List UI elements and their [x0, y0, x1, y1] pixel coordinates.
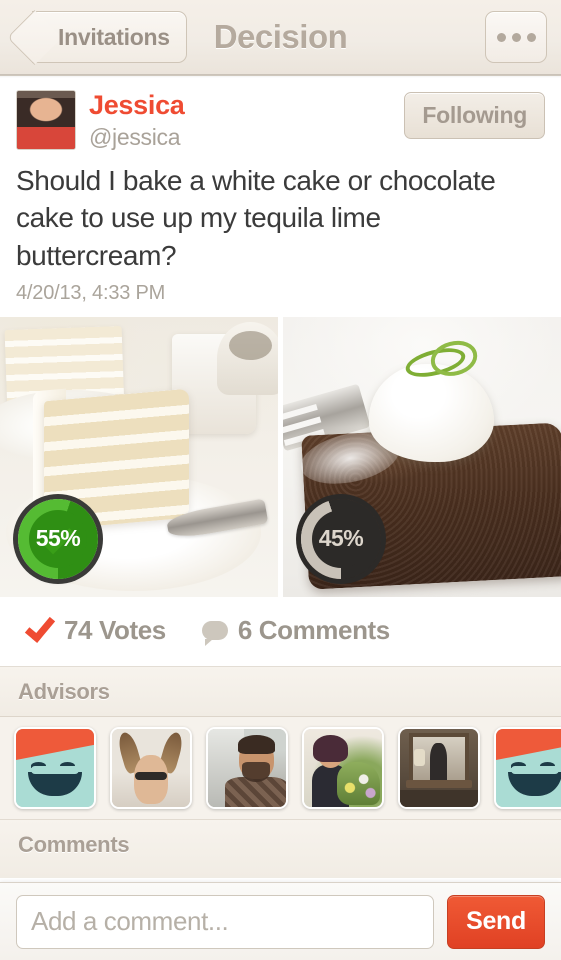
advisor-avatar-4[interactable]	[302, 726, 384, 809]
smiley-placeholder-icon	[496, 728, 561, 807]
advisor-avatar-3[interactable]	[206, 726, 288, 809]
back-button[interactable]: Invitations	[6, 9, 187, 66]
author-name[interactable]: Jessica	[89, 91, 185, 120]
back-button-label: Invitations	[58, 23, 170, 50]
avatar[interactable]	[16, 90, 76, 150]
avatar-image	[17, 91, 75, 149]
percent-label: 45%	[318, 525, 364, 552]
more-options-button[interactable]	[485, 11, 547, 63]
percent-label: 55%	[35, 525, 81, 552]
choice-images: 55% 45%	[0, 316, 561, 597]
advisor-avatar-6[interactable]	[494, 726, 561, 809]
choice-chocolate-cake[interactable]: 45%	[283, 316, 561, 597]
vote-percent-badge-white: 55%	[18, 498, 98, 579]
following-button[interactable]: Following	[404, 92, 545, 139]
ellipsis-icon-dot	[526, 32, 536, 42]
comment-input[interactable]	[16, 894, 435, 949]
choice-white-cake[interactable]: 55%	[0, 316, 278, 597]
advisor-photo	[112, 728, 190, 807]
post-header: Jessica @jessica Following	[0, 76, 561, 152]
send-button[interactable]: Send	[447, 894, 545, 949]
ellipsis-icon-dot	[496, 32, 506, 42]
stats-bar: 74 Votes 6 Comments	[0, 596, 561, 667]
author-handle[interactable]: @jessica	[89, 123, 185, 152]
advisor-avatar-2[interactable]	[110, 726, 192, 809]
user-meta: Jessica @jessica	[89, 90, 185, 152]
advisor-avatar-1[interactable]	[14, 726, 96, 809]
votes-label: 74 Votes	[64, 614, 166, 645]
comments-stat[interactable]: 6 Comments	[201, 614, 390, 646]
advisors-list[interactable]	[0, 716, 561, 820]
comment-composer: Send	[0, 882, 561, 960]
comments-label: 6 Comments	[237, 614, 390, 645]
ellipsis-icon-dot	[511, 32, 521, 42]
advisor-avatar-5[interactable]	[398, 726, 480, 809]
vote-percent-badge-chocolate: 45%	[301, 498, 381, 579]
check-icon	[24, 611, 56, 644]
advisor-photo	[304, 728, 382, 807]
advisor-photo	[400, 728, 478, 807]
smiley-placeholder-icon	[16, 728, 94, 807]
back-arrow-icon	[6, 9, 63, 66]
question-text: Should I bake a white cake or chocolate …	[16, 165, 496, 271]
post-timestamp: 4/20/13, 4:33 PM	[16, 281, 166, 304]
votes-stat[interactable]: 74 Votes	[24, 611, 166, 646]
advisors-section-title: Advisors	[0, 666, 561, 717]
decision-screen: Invitations Decision Jessica @jessica Fo…	[0, 0, 561, 960]
navigation-bar: Invitations Decision	[0, 0, 561, 78]
comments-section-title: Comments	[0, 819, 561, 878]
advisor-photo	[208, 728, 286, 807]
speech-bubble-icon	[201, 620, 228, 646]
